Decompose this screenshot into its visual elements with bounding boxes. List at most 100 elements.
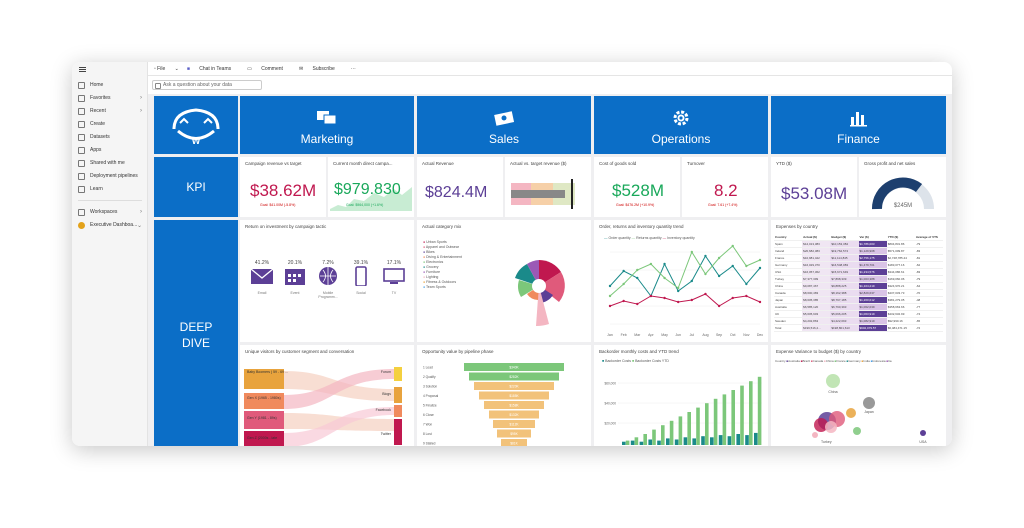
operations-header[interactable]: Operations — [594, 96, 768, 154]
table-cell: Sweden — [774, 318, 803, 324]
sales-label: Sales — [488, 132, 520, 146]
marketing-label: Marketing — [300, 132, 354, 146]
legend-item: Diving & Entertainment — [426, 255, 462, 259]
card-title: Opportunity value by pipeline phase — [422, 349, 494, 354]
sidebar-item-label: Shared with me — [90, 160, 125, 166]
table-row: Total $199,516,2... $198,801,613 $902,079.5… — [774, 325, 944, 332]
table-cell: $1,062,039 — [858, 304, 887, 310]
table-row: Japan $8,605,385 $8,797,185 $1,200,012 $381,… — [774, 297, 944, 304]
globe-icon — [319, 267, 337, 285]
funnel-value: $158K — [509, 404, 519, 408]
card-title: Return on investment by campaign tactic — [245, 224, 327, 229]
direct-campaign-card[interactable]: Current month direct campa... $979.830 G… — [328, 157, 414, 217]
table-cell: $1,104,219 — [858, 283, 887, 289]
sidebar-item-apps[interactable]: Apps — [78, 145, 146, 155]
sidebar-item-recent[interactable]: Recent › — [78, 106, 146, 116]
gross-profit-card[interactable]: Gross profit and net sales $245M — [859, 157, 946, 217]
data-point — [676, 289, 680, 293]
menu-icon[interactable] — [79, 67, 86, 72]
comment-button[interactable]: ▭ Comment — [247, 66, 291, 72]
table-cell: $2,829,637 — [858, 290, 887, 296]
bar-ytd — [705, 403, 709, 445]
table-cell: $6,585,120 — [802, 304, 831, 310]
funnel-value: $132K — [509, 413, 519, 417]
subscribe-button[interactable]: ✉ Subscribe — [299, 66, 343, 72]
bar-ytd — [731, 390, 735, 445]
sidebar-item-create[interactable]: Create — [78, 119, 146, 129]
table-cell: -65 — [914, 318, 944, 324]
segment-label: Baby Boomers ( 59 - 69 ... — [247, 370, 288, 374]
logo-tile: W — [154, 96, 238, 154]
variance-legend: Country ■Australia ■Brazil ■Canada ■Chin… — [775, 359, 892, 363]
x-tick-label: Apr — [648, 333, 654, 337]
table-cell: Japan — [774, 297, 803, 303]
data-point — [758, 258, 762, 262]
x-tick-label: Dec — [757, 333, 763, 337]
actual-revenue-card[interactable]: Actual Revenue $824.4M — [417, 157, 503, 217]
bar-ytd — [652, 429, 656, 445]
table-cell: $9,888,225 — [830, 283, 859, 289]
data-point — [745, 294, 748, 298]
orders-trend-card[interactable]: Order, returns and inventory quantity tr… — [594, 220, 768, 342]
sidebar-item-pipelines[interactable]: Deployment pipelines — [78, 171, 146, 181]
kpi-value: $824.4M — [425, 184, 488, 201]
funnel-phase-label: 1 Lead — [423, 366, 433, 370]
roi-card[interactable]: Return on investment by campaign tactic … — [240, 220, 414, 342]
sidebar-item-datasets[interactable]: Datasets — [78, 132, 146, 142]
table-cell: $571,009.87 — [886, 248, 915, 254]
data-point — [636, 302, 639, 306]
table-row: China $9,087,467 $9,888,225 $1,104,219 $324,… — [774, 283, 944, 290]
bar-cost — [745, 435, 749, 445]
bar-cost — [666, 438, 670, 445]
sidebar-item-learn[interactable]: Learn — [78, 184, 146, 194]
sankey-chart: Baby Boomers ( 59 - 69 ... Gen X (1965 -… — [244, 367, 402, 446]
table-cell: $804,831.86 — [886, 241, 915, 247]
table-cell: $6,484,471.15 — [886, 325, 915, 331]
marketing-header[interactable]: Marketing — [240, 96, 414, 154]
deep-dive-row-label: DEEP DIVE — [154, 220, 238, 446]
sales-header[interactable]: Sales — [417, 96, 591, 154]
expenses-table-card[interactable]: Expenses by country Country Actual ($) Bud… — [771, 220, 946, 342]
table-cell: $5,096,205 — [830, 311, 859, 317]
sidebar-item-shared[interactable]: Shared with me — [78, 158, 146, 168]
card-title: Backorder monthly costs and YTD trend — [599, 349, 679, 354]
table-cell: $4,202,863 — [802, 318, 831, 324]
variance-scatter-card[interactable]: Expense Variance to budget ($) by countr… — [771, 345, 946, 446]
actual-vs-target-card[interactable]: Actual vs. target revenue ($) — [505, 157, 591, 217]
file-menu[interactable]: ▫ File ⌄ — [154, 66, 179, 72]
chat-in-teams-button[interactable]: ■ Chat in Teams — [187, 66, 239, 72]
legend-item: Australia — [788, 359, 800, 363]
qa-input[interactable]: Ask a question about your data — [152, 80, 262, 90]
x-tick-label: Sep — [716, 333, 722, 337]
sidebar-item-workspaces[interactable]: Workspaces › — [78, 207, 146, 217]
funnel-value: $220K — [509, 385, 519, 389]
card-title: Expense Variance to budget ($) by countr… — [776, 349, 861, 354]
bar-cost — [639, 441, 644, 445]
turnover-card[interactable]: Turnover 8.2 Goal: 7.61 (+7.4%) — [682, 157, 768, 217]
kpi-value: $38.62M — [250, 181, 317, 200]
data-point — [663, 296, 666, 300]
table-cell: $11,114,845 — [830, 255, 859, 261]
sidebar-item-favorites[interactable]: Favorites › — [78, 93, 146, 103]
ytd-card[interactable]: YTD ($) $53.08M — [771, 157, 857, 217]
more-button[interactable]: ··· — [351, 66, 356, 72]
sidebar-item-home[interactable]: Home — [78, 80, 146, 90]
workspace-icon — [78, 208, 85, 216]
table-row: Sweden $4,202,863 $4,222,093 $1,082,919 $92,… — [774, 318, 944, 325]
finance-header[interactable]: Finance — [771, 96, 946, 154]
roi-social: 39.1% Social — [347, 260, 375, 299]
table-cell: $198,801,613 — [830, 325, 859, 331]
pipeline-funnel-card[interactable]: Opportunity value by pipeline phase $340… — [417, 345, 591, 446]
category-mix-card[interactable]: Actual category mix ● Urban Sports ● App… — [417, 220, 591, 342]
kpi-row-label: KPI — [154, 157, 238, 217]
cogs-card[interactable]: Cost of goods sold $528M Goal: $476.2M (… — [594, 157, 680, 217]
y-tick-label: $20,000 — [604, 422, 616, 426]
bar-cost — [630, 440, 635, 445]
bubble-label: China — [828, 390, 837, 394]
card-title: Actual category mix — [422, 224, 462, 229]
backorder-card[interactable]: Backorder monthly costs and YTD trend ■ … — [594, 345, 768, 446]
campaign-revenue-card[interactable]: Campaign revenue vs target $38.62M Goal:… — [240, 157, 326, 217]
visitors-sankey-card[interactable]: Unique visitors by customer segment and … — [240, 345, 414, 446]
target-label: Twitter — [381, 432, 392, 436]
sidebar-item-executive-dashboard[interactable]: Executive Dashboa... ⌄ — [78, 220, 146, 230]
